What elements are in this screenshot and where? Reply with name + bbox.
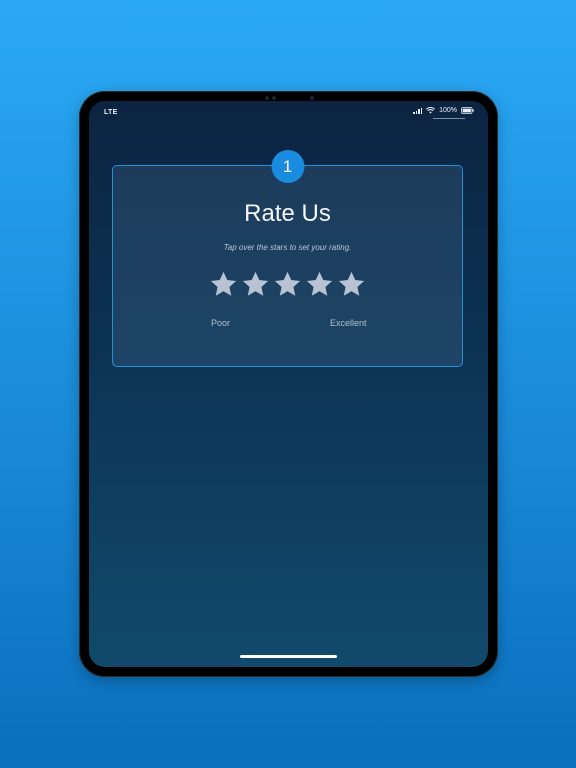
star-rating-control[interactable]: [209, 270, 366, 299]
home-indicator[interactable]: [240, 655, 337, 658]
sensor-dot: [264, 96, 269, 100]
star-1-icon[interactable]: [209, 270, 238, 299]
star-2-icon[interactable]: [241, 270, 270, 299]
status-underline: [433, 118, 465, 119]
tablet-device-frame: LTE 100% 1 Rate Us Tap over the stars to…: [79, 91, 498, 677]
battery-percent: 100%: [439, 107, 457, 114]
app-screen: LTE 100% 1 Rate Us Tap over the stars to…: [89, 101, 488, 667]
battery-icon: [461, 107, 474, 114]
status-right-group: 100%: [413, 107, 474, 114]
star-4-icon[interactable]: [305, 270, 334, 299]
wifi-icon: [426, 107, 436, 114]
rate-us-card: 1 Rate Us Tap over the stars to set your…: [112, 150, 463, 367]
signal-bars-icon: [413, 107, 423, 114]
star-3-icon[interactable]: [273, 270, 302, 299]
rating-low-label: Poor: [211, 318, 231, 328]
front-camera-icon: [309, 96, 314, 100]
rating-high-label: Excellent: [330, 318, 367, 328]
step-number-badge: 1: [271, 150, 304, 183]
star-5-icon[interactable]: [337, 270, 366, 299]
carrier-label: LTE: [104, 109, 118, 116]
sensor-dot: [271, 96, 276, 100]
status-bar: LTE 100%: [89, 101, 488, 123]
card-title: Rate Us: [244, 200, 331, 227]
card-instruction-text: Tap over the stars to set your rating.: [223, 243, 352, 252]
